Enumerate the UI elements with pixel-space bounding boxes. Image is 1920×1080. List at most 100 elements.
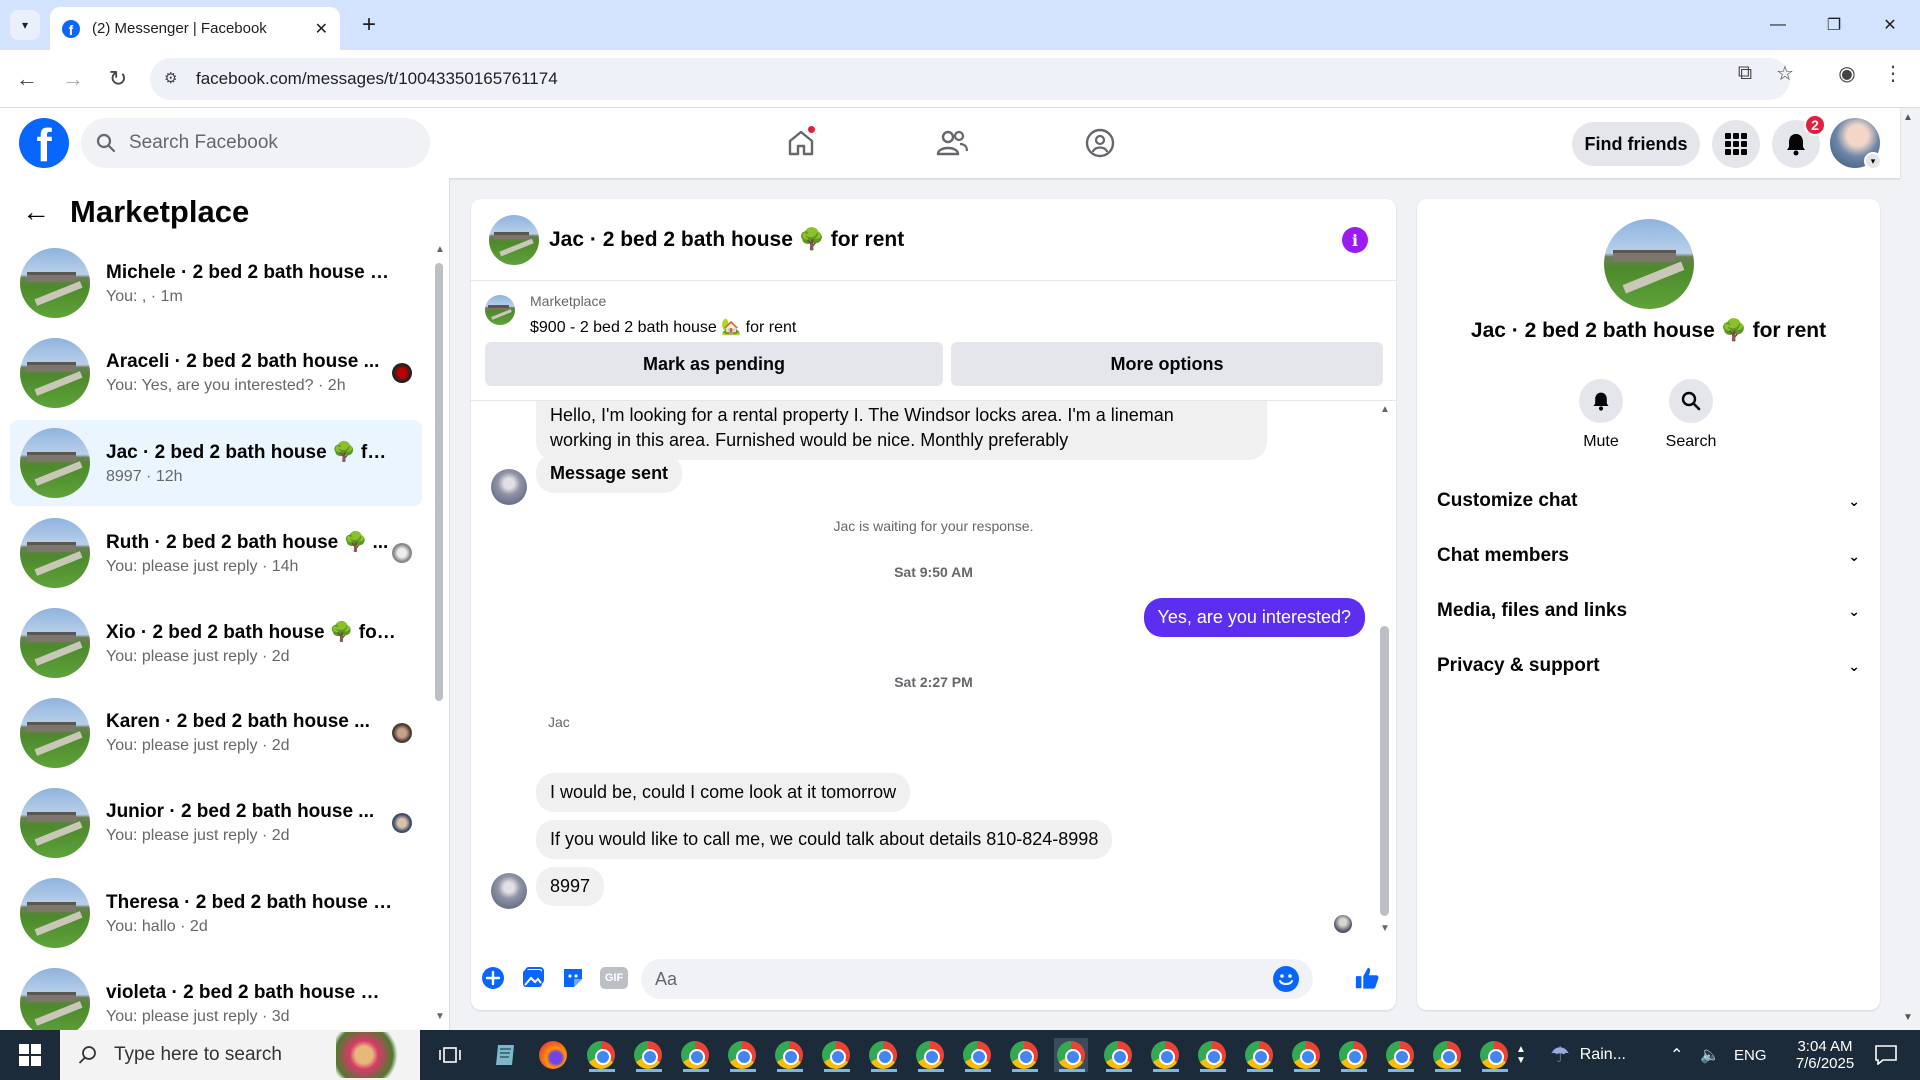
media-files-links-row[interactable]: Media, files and links ⌄ bbox=[1437, 589, 1860, 633]
chrome-window-icon[interactable] bbox=[1430, 1038, 1464, 1072]
conversation-item[interactable]: Michele · 2 bed 2 bath house 🌳... You: ,… bbox=[10, 240, 422, 326]
emoji-smile-icon[interactable] bbox=[1273, 966, 1299, 992]
scroll-down-arrow-icon[interactable]: ▼ bbox=[1380, 923, 1390, 934]
thumbs-up-like-icon[interactable] bbox=[1354, 965, 1380, 991]
conversation-item[interactable]: Ruth · 2 bed 2 bath house 🌳 ... You: ple… bbox=[10, 510, 422, 596]
chrome-window-icon[interactable] bbox=[1195, 1038, 1229, 1072]
chrome-window-icon[interactable] bbox=[1289, 1038, 1323, 1072]
search-in-conversation-action[interactable]: Search bbox=[1651, 379, 1731, 451]
mute-action[interactable]: Mute bbox=[1561, 379, 1641, 451]
message-thread-scrollbar[interactable] bbox=[1380, 626, 1389, 916]
listing-thumbnail[interactable] bbox=[485, 295, 515, 325]
window-close-icon[interactable]: ✕ bbox=[1870, 10, 1910, 40]
tray-chevron-up-icon[interactable]: ⌃ bbox=[1670, 1030, 1683, 1080]
gif-icon[interactable]: GIF bbox=[600, 967, 628, 989]
chrome-window-icon[interactable] bbox=[584, 1038, 618, 1072]
profile-account-icon[interactable]: ◉ bbox=[1832, 58, 1862, 88]
sender-avatar[interactable] bbox=[491, 469, 527, 505]
facebook-search-input[interactable]: Search Facebook bbox=[81, 118, 430, 168]
listing-avatar-large[interactable] bbox=[1604, 219, 1694, 309]
find-friends-button[interactable]: Find friends bbox=[1572, 122, 1700, 166]
chrome-window-icon[interactable] bbox=[1477, 1038, 1511, 1072]
new-tab-plus-icon[interactable]: + bbox=[354, 10, 384, 40]
url-omnibox[interactable]: ⚙ facebook.com/messages/t/10043350165761… bbox=[150, 58, 1790, 100]
message-bubble-incoming[interactable]: 8997 bbox=[536, 867, 605, 906]
chrome-window-icon-active[interactable] bbox=[1054, 1038, 1088, 1072]
windows-start-icon[interactable] bbox=[0, 1030, 60, 1080]
chrome-window-icon[interactable] bbox=[819, 1038, 853, 1072]
chrome-window-icon[interactable] bbox=[913, 1038, 947, 1072]
message-bubble-incoming[interactable]: I would be, could I come look at it tomo… bbox=[536, 773, 911, 812]
menu-grid-button[interactable] bbox=[1712, 120, 1760, 168]
chat-listing-avatar[interactable] bbox=[489, 214, 539, 265]
chrome-window-icon[interactable] bbox=[1148, 1038, 1182, 1072]
conversation-list-scrollbar[interactable] bbox=[435, 263, 443, 701]
chrome-window-icon[interactable] bbox=[1242, 1038, 1276, 1072]
taskbar-overflow-arrows-icon[interactable]: ▲ ▼ bbox=[1516, 1030, 1526, 1080]
customize-chat-row[interactable]: Customize chat ⌄ bbox=[1437, 479, 1860, 523]
info-icon[interactable]: i bbox=[1342, 227, 1368, 253]
back-arrow-icon[interactable]: ← bbox=[22, 196, 58, 228]
install-app-icon[interactable]: ⧉ bbox=[1730, 58, 1760, 88]
message-bubble-outgoing[interactable]: Yes, are you interested? bbox=[1143, 598, 1365, 637]
conversation-item[interactable]: Xio · 2 bed 2 bath house 🌳 for r... You:… bbox=[10, 600, 422, 686]
reload-icon[interactable]: ↻ bbox=[103, 64, 133, 94]
bookmark-star-icon[interactable]: ☆ bbox=[1770, 58, 1800, 88]
home-nav-button[interactable] bbox=[771, 122, 831, 164]
scroll-down-arrow-icon[interactable]: ▼ bbox=[435, 1011, 445, 1022]
friends-nav-button[interactable] bbox=[922, 122, 982, 164]
listing-price[interactable]: $900 - 2 bed 2 bath house 🏡 for rent bbox=[530, 317, 796, 337]
mark-as-pending-button[interactable]: Mark as pending bbox=[485, 342, 943, 386]
photo-gallery-icon[interactable] bbox=[520, 965, 546, 991]
message-input[interactable]: Aa bbox=[641, 959, 1313, 999]
browser-tab-active[interactable]: f (2) Messenger | Facebook ✕ bbox=[50, 7, 340, 50]
more-options-button[interactable]: More options bbox=[951, 342, 1383, 386]
privacy-support-row[interactable]: Privacy & support ⌄ bbox=[1437, 644, 1860, 688]
taskbar-search-input[interactable]: Type here to search bbox=[60, 1030, 420, 1080]
firefox-icon[interactable] bbox=[536, 1038, 570, 1072]
chrome-window-icon[interactable] bbox=[1101, 1038, 1135, 1072]
sender-avatar[interactable] bbox=[491, 873, 527, 909]
volume-icon[interactable]: 🔈 bbox=[1700, 1030, 1720, 1080]
conversation-item[interactable]: Junior · 2 bed 2 bath house ... You: ple… bbox=[10, 780, 422, 866]
chat-members-row[interactable]: Chat members ⌄ bbox=[1437, 534, 1860, 578]
scroll-up-arrow-icon[interactable]: ▲ bbox=[1380, 404, 1390, 415]
account-avatar[interactable]: ▾ bbox=[1830, 118, 1882, 170]
chrome-window-icon[interactable] bbox=[1336, 1038, 1370, 1072]
facebook-logo[interactable]: f bbox=[19, 118, 69, 168]
add-plus-icon[interactable] bbox=[480, 965, 506, 991]
chrome-window-icon[interactable] bbox=[631, 1038, 665, 1072]
page-scroll-down-icon[interactable]: ▼ bbox=[1903, 1012, 1913, 1023]
weather-widget[interactable]: ☂ Rain... bbox=[1550, 1030, 1626, 1080]
browser-menu-icon[interactable]: ⋮ bbox=[1878, 58, 1908, 88]
chrome-window-icon[interactable] bbox=[1007, 1038, 1041, 1072]
scroll-up-arrow-icon[interactable]: ▲ bbox=[435, 244, 445, 255]
conversation-item[interactable]: Theresa · 2 bed 2 bath house 🌳... You: h… bbox=[10, 870, 422, 956]
chrome-window-icon[interactable] bbox=[725, 1038, 759, 1072]
window-minimize-icon[interactable]: — bbox=[1758, 10, 1798, 40]
back-arrow-icon[interactable]: ← bbox=[12, 64, 42, 94]
chrome-window-icon[interactable] bbox=[960, 1038, 994, 1072]
site-settings-icon[interactable]: ⚙ bbox=[164, 69, 184, 89]
conversation-item[interactable]: Karen · 2 bed 2 bath house ... You: plea… bbox=[10, 690, 422, 776]
forward-arrow-icon[interactable]: → bbox=[58, 64, 88, 94]
conversation-item[interactable]: Araceli · 2 bed 2 bath house ... You: Ye… bbox=[10, 330, 422, 416]
message-bubble-incoming[interactable]: Message sent bbox=[536, 454, 683, 493]
chrome-window-icon[interactable] bbox=[678, 1038, 712, 1072]
notes-app-icon[interactable] bbox=[488, 1038, 522, 1072]
sticker-icon[interactable] bbox=[560, 965, 586, 991]
message-bubble-incoming[interactable]: If you would like to call me, we could t… bbox=[536, 820, 1113, 859]
tab-close-icon[interactable]: ✕ bbox=[315, 19, 328, 39]
task-view-icon[interactable] bbox=[433, 1038, 467, 1072]
url-text[interactable]: facebook.com/messages/t/1004335016576117… bbox=[196, 69, 558, 89]
notifications-button[interactable]: 2 bbox=[1772, 114, 1826, 168]
groups-nav-button[interactable] bbox=[1070, 122, 1130, 164]
chrome-window-icon[interactable] bbox=[1383, 1038, 1417, 1072]
conversation-item-active[interactable]: Jac · 2 bed 2 bath house 🌳 for r... 8997… bbox=[10, 420, 422, 506]
window-restore-icon[interactable]: ❐ bbox=[1814, 10, 1854, 40]
chat-title[interactable]: Jac · 2 bed 2 bath house 🌳 for rent bbox=[549, 228, 904, 252]
action-center-icon[interactable] bbox=[1866, 1030, 1906, 1080]
tab-list-chevron-icon[interactable]: ▾ bbox=[10, 10, 40, 40]
language-indicator[interactable]: ENG bbox=[1734, 1030, 1767, 1080]
chrome-window-icon[interactable] bbox=[772, 1038, 806, 1072]
